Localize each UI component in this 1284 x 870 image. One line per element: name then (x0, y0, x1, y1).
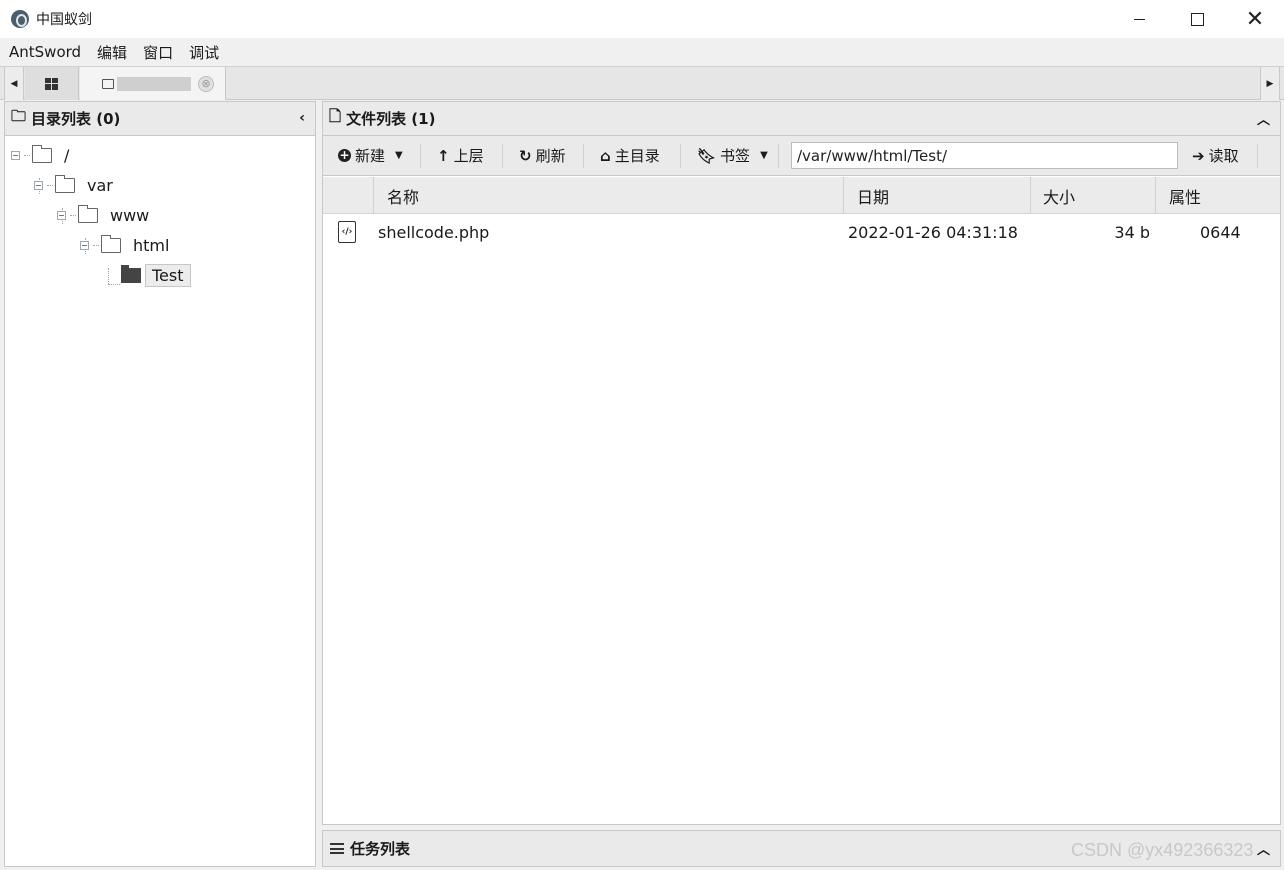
tree-node-html[interactable]: html (80, 233, 169, 257)
expand-up-icon[interactable]: ︿ (1257, 839, 1270, 858)
tree-node-label: www (110, 205, 150, 225)
folder-open-icon (121, 264, 141, 283)
file-grid-header: 名称 日期 大小 属性 (323, 177, 1280, 214)
up-button-label: 上层 (453, 147, 484, 165)
collapse-left-icon[interactable]: ‹ (299, 110, 305, 126)
file-size-cell: 34 b (1031, 215, 1150, 249)
file-panel-header: 🗋 文件列表 (1) ︿ (323, 102, 1280, 136)
bookmark-button-label: 书签 (720, 147, 751, 165)
arrow-up-icon: ↑ (437, 146, 450, 165)
tree-node-label: html (133, 235, 170, 255)
tab-label-redacted (117, 76, 191, 91)
column-attr[interactable]: 属性 (1156, 177, 1280, 214)
menu-antsword[interactable]: AntSword (9, 43, 81, 61)
tree-node-www[interactable]: www (57, 203, 149, 227)
folder-icon (32, 144, 52, 163)
home-dir-button-label: 主目录 (614, 147, 660, 165)
menu-edit[interactable]: 编辑 (97, 42, 127, 63)
file-type-cell: ‹/› (338, 215, 368, 249)
file-panel-title: 文件列表 (1) (346, 110, 436, 128)
tree-node-label: var (87, 175, 113, 195)
file-name: shellcode.php (378, 222, 490, 242)
directory-panel-header: 🗀 目录列表 (0) ‹ (5, 102, 315, 136)
code-file-icon: ‹/› (338, 221, 356, 243)
refresh-icon: ↻ (519, 146, 532, 165)
close-window-button[interactable]: ✕ (1226, 0, 1284, 38)
tree-node-test[interactable]: Test (121, 263, 191, 287)
file-date-cell: 2022-01-26 04:31:18 (848, 215, 1033, 249)
new-button[interactable]: + 新建 ▼ (338, 136, 403, 175)
title-bar: 中国蚁剑 ✕ (0, 0, 1284, 38)
file-toolbar: + 新建 ▼ ↑ 上层 ↻ 刷新 ⌂ 主目录 🔖︎ 书签 ▼ ➔ 读取 (323, 136, 1280, 176)
folder-icon (101, 234, 121, 253)
column-name-label: 名称 (387, 187, 420, 207)
refresh-button-label: 刷新 (535, 147, 566, 165)
antsword-logo-icon (11, 10, 29, 28)
tree-node-root[interactable]: / (11, 143, 69, 167)
column-date[interactable]: 日期 (844, 177, 1031, 214)
tree-collapse-icon[interactable] (11, 150, 20, 160)
task-panel-title: 任务列表 (350, 840, 411, 858)
tab-scroll-right-button[interactable]: ▶ (1260, 67, 1280, 100)
tree-node-var[interactable]: var (34, 173, 113, 197)
folder-icon (102, 78, 114, 89)
tree-collapse-icon[interactable] (80, 240, 89, 250)
window-title: 中国蚁剑 (36, 12, 92, 28)
up-button[interactable]: ↑ 上层 (437, 136, 484, 175)
tab-scroll-left-button[interactable]: ◀ (4, 67, 24, 100)
file-attr: 0644 (1200, 222, 1241, 242)
new-button-label: 新建 (355, 147, 386, 165)
tree-collapse-icon[interactable] (57, 210, 66, 220)
bookmark-button[interactable]: 🔖︎ 书签 ▼ (697, 136, 768, 175)
folder-icon (55, 174, 75, 193)
column-attr-label: 属性 (1169, 187, 1202, 207)
file-date: 2022-01-26 04:31:18 (848, 222, 1018, 242)
directory-panel: 🗀 目录列表 (0) ‹ / var www html Test (4, 101, 316, 867)
file-icon: 🗋 (329, 107, 342, 125)
folder-icon (78, 204, 98, 223)
window-controls: ✕ (1110, 0, 1284, 38)
collapse-up-icon[interactable]: ︿ (1257, 109, 1270, 128)
grid-icon (45, 77, 58, 90)
menu-window[interactable]: 窗口 (143, 42, 173, 63)
folder-icon: 🗀 (11, 107, 27, 125)
list-icon (330, 843, 344, 854)
file-panel: 🗋 文件列表 (1) ︿ + 新建 ▼ ↑ 上层 ↻ 刷新 ⌂ 主目录 🔖︎ 书… (322, 101, 1281, 825)
file-attr-cell: 0644 (1156, 215, 1280, 249)
column-size[interactable]: 大小 (1031, 177, 1156, 214)
tab-file-manager[interactable]: ⊗ (80, 67, 226, 100)
menu-bar: AntSword 编辑 窗口 调试 (0, 38, 1284, 66)
directory-panel-title: 目录列表 (0) (31, 110, 121, 128)
read-button-label: 读取 (1208, 147, 1239, 165)
caret-down-icon: ▼ (395, 150, 403, 161)
file-size: 34 b (1114, 222, 1150, 242)
bookmark-icon: 🔖︎ (697, 146, 717, 165)
tree-node-label-selected: Test (145, 263, 191, 287)
refresh-button[interactable]: ↻ 刷新 (519, 136, 566, 175)
column-date-label: 日期 (857, 187, 890, 207)
home-icon: ⌂ (600, 146, 611, 165)
file-name-cell: shellcode.php (378, 215, 838, 249)
column-icon (323, 177, 374, 214)
plus-circle-icon: + (338, 148, 351, 162)
menu-debug[interactable]: 调试 (189, 42, 219, 63)
caret-down-icon: ▼ (760, 150, 768, 161)
home-dir-button[interactable]: ⌂ 主目录 (600, 136, 660, 175)
read-button[interactable]: ➔ 读取 (1192, 136, 1239, 175)
maximize-button[interactable] (1168, 0, 1226, 38)
tab-close-icon[interactable]: ⊗ (198, 75, 214, 92)
tab-home[interactable] (25, 67, 79, 100)
watermark: CSDN @yx492366323 (1071, 840, 1254, 860)
tab-bar: ◀ ⊗ ▶ (0, 66, 1284, 100)
tree-node-label: / (64, 145, 70, 165)
arrow-right-icon: ➔ (1192, 146, 1205, 165)
column-size-label: 大小 (1043, 187, 1076, 207)
minimize-button[interactable] (1110, 0, 1168, 38)
column-name[interactable]: 名称 (374, 177, 844, 214)
file-row[interactable]: ‹/› shellcode.php 2022-01-26 04:31:18 34… (323, 215, 1280, 249)
path-input[interactable] (791, 142, 1178, 169)
tree-collapse-icon[interactable] (34, 180, 43, 190)
